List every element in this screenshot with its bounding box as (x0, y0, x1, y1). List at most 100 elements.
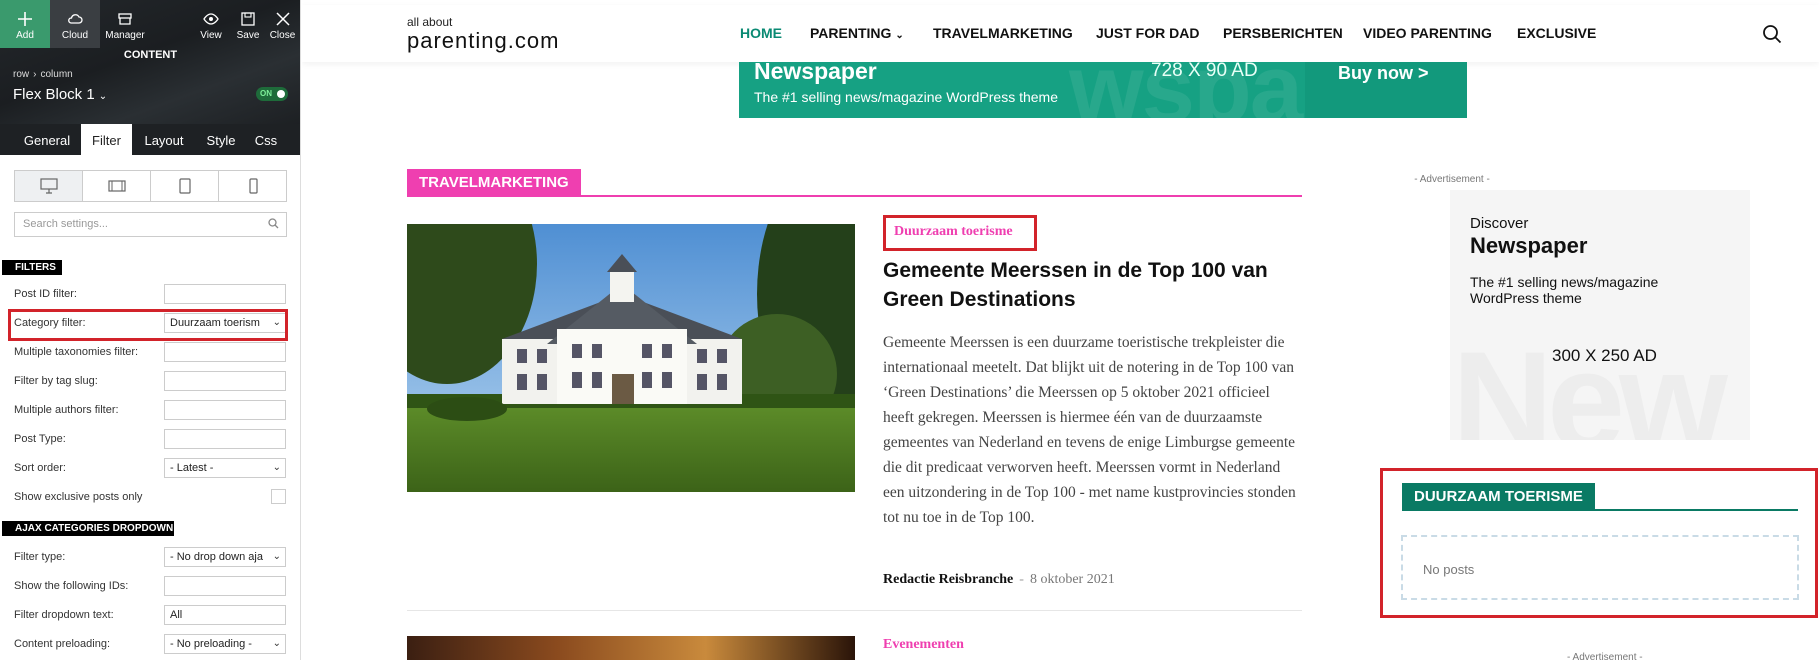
close-label: Close (269, 30, 296, 41)
sort-order-select[interactable]: - Latest - ⌄ (164, 458, 286, 478)
ad-size: 300 X 250 AD (1552, 346, 1657, 365)
block-name-dropdown[interactable]: Flex Block 1 ⌄ (13, 86, 107, 103)
search-icon (268, 218, 279, 232)
show-ids-input[interactable] (164, 576, 286, 596)
post-divider (407, 610, 1302, 611)
tag-slug-input[interactable] (164, 371, 286, 391)
manager-icon (100, 0, 150, 25)
banner-name: Newspaper (754, 62, 877, 84)
ad-watermark: New (1452, 322, 1728, 440)
tab-layout[interactable]: Layout (132, 124, 196, 155)
chevron-down-icon: ⌄ (98, 91, 108, 102)
content-preloading-row: Content preloading: - No preloading - ⌄ (14, 634, 288, 656)
exclusive-posts-checkbox[interactable] (271, 489, 286, 504)
breadcrumb-column[interactable]: column (40, 69, 72, 80)
editor-panel: Add Cloud Manager View Save Close CONTEN… (0, 0, 301, 660)
nav-parenting[interactable]: PARENTING ⌄ (810, 25, 904, 41)
content-preloading-value: - No preloading - (170, 638, 252, 650)
breadcrumb-separator-icon: › (33, 69, 37, 80)
add-label: Add (16, 30, 34, 41)
block-title-underline (407, 195, 1302, 197)
chevron-down-icon: ⌄ (272, 462, 281, 473)
nav-video-parenting[interactable]: VIDEO PARENTING (1363, 25, 1492, 41)
settings-search-input[interactable]: Search settings... (14, 212, 287, 237)
tablet-device-button[interactable] (151, 171, 219, 201)
save-button[interactable]: Save (228, 0, 268, 48)
post-type-input[interactable] (164, 429, 286, 449)
phone-device-button[interactable] (219, 171, 287, 201)
nav-exclusive[interactable]: EXCLUSIVE (1517, 25, 1596, 41)
tab-style[interactable]: Style (196, 124, 246, 155)
post-author[interactable]: Redactie Reisbranche (883, 572, 1013, 587)
multiple-authors-label: Multiple authors filter: (14, 404, 119, 416)
laptop-icon (107, 180, 126, 192)
content-preloading-label: Content preloading: (14, 638, 111, 650)
block-name: Flex Block 1 (13, 86, 95, 103)
save-label: Save (236, 30, 260, 41)
content-preloading-select[interactable]: - No preloading - ⌄ (164, 634, 286, 654)
tab-general[interactable]: General (13, 124, 81, 155)
view-button[interactable]: View (189, 0, 233, 48)
desktop-device-button[interactable] (15, 171, 83, 201)
breadcrumb-row[interactable]: row (13, 69, 29, 80)
tab-css[interactable]: Css (246, 124, 286, 155)
block-toggle[interactable]: ON (256, 87, 288, 101)
post-title[interactable]: Gemeente Meerssen in de Top 100 van Gree… (883, 256, 1303, 314)
desktop-icon (39, 178, 58, 194)
site-logo[interactable]: parenting.com (407, 28, 559, 54)
site-header: all about parenting.com HOME PARENTING ⌄ … (302, 5, 1819, 62)
buy-now-label: Buy now > (1338, 63, 1429, 83)
top-banner-ad[interactable]: wspaper Newspaper The #1 selling news/ma… (739, 62, 1467, 118)
widget-title[interactable]: DUURZAAM TOERISME (1402, 483, 1595, 510)
logo-tagline[interactable]: all about (407, 15, 452, 29)
search-icon[interactable] (1762, 24, 1782, 49)
chevron-down-icon: ⌄ (272, 638, 281, 649)
ad-name: Newspaper (1470, 233, 1588, 258)
mansion-photo (407, 224, 855, 492)
post-thumbnail[interactable] (407, 224, 855, 492)
cloud-button[interactable]: Cloud (50, 0, 100, 48)
meta-separator: - (1019, 572, 1024, 587)
ajax-dropdown-heading: AJAX CATEGORIES DROPDOWN (2, 521, 174, 536)
editor-header: Add Cloud Manager View Save Close CONTEN… (0, 0, 300, 124)
device-switcher (14, 170, 287, 202)
tab-filter[interactable]: Filter (81, 124, 132, 156)
nav-home[interactable]: HOME (740, 25, 782, 41)
toggle-label: ON (260, 89, 272, 98)
nav-persberichten[interactable]: PERSBERICHTEN (1223, 25, 1343, 41)
block-title[interactable]: TRAVELMARKETING (407, 169, 581, 195)
post-excerpt: Gemeente Meerssen is een duurzame toeris… (883, 334, 1296, 526)
multiple-taxonomies-label: Multiple taxonomies filter: (14, 346, 139, 358)
post2-thumbnail[interactable] (407, 636, 855, 660)
widget-empty-box: No posts (1401, 535, 1799, 600)
add-button[interactable]: Add (0, 0, 50, 48)
filter-type-label: Filter type: (14, 551, 66, 563)
plus-icon (0, 0, 50, 26)
manager-button[interactable]: Manager (100, 0, 150, 48)
multiple-taxonomies-input[interactable] (164, 342, 286, 362)
ad-discover: Discover (1470, 215, 1529, 232)
dropdown-text-input[interactable]: All (164, 605, 286, 625)
save-icon (228, 0, 268, 26)
buy-now-button[interactable]: Buy now > (1305, 62, 1467, 118)
filter-type-select[interactable]: - No drop down aja ⌄ (164, 547, 286, 567)
multiple-authors-input[interactable] (164, 400, 286, 420)
post-date: 8 oktober 2021 (1029, 572, 1115, 587)
advertisement-label: - Advertisement - (1414, 174, 1490, 185)
tablet-icon (178, 178, 191, 194)
post-category-tag[interactable]: Duurzaam toerisme (883, 215, 1037, 251)
post-id-filter-input[interactable] (164, 284, 286, 304)
nav-travelmarketing[interactable]: TRAVELMARKETING (933, 25, 1073, 41)
tag-slug-label: Filter by tag slug: (14, 375, 98, 387)
post-id-filter-row: Post ID filter: (14, 284, 288, 306)
post2-category-tag[interactable]: Evenementen (883, 637, 964, 653)
close-button[interactable]: Close (264, 0, 300, 48)
laptop-device-button[interactable] (83, 171, 151, 201)
nav-just-for-dad[interactable]: JUST FOR DAD (1096, 25, 1199, 41)
sort-order-value: - Latest - (170, 462, 214, 474)
sidebar-ad[interactable]: New Discover Newspaper The #1 selling ne… (1450, 190, 1750, 440)
sort-order-row: Sort order: - Latest - ⌄ (14, 458, 288, 480)
site-preview: all about parenting.com HOME PARENTING ⌄ … (302, 0, 1819, 660)
show-ids-label: Show the following IDs: (14, 580, 129, 592)
breadcrumb: row › column (13, 69, 73, 80)
